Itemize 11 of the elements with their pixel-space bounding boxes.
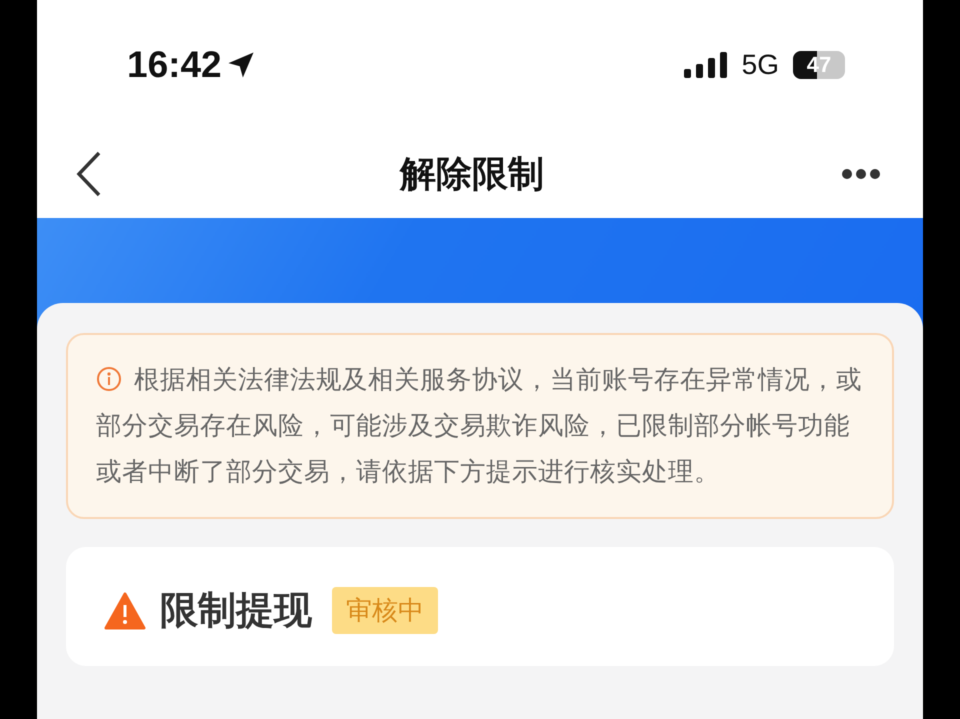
network-label: 5G	[742, 49, 779, 81]
notice-text: 根据相关法律法规及相关服务协议，当前账号存在异常情况，或部分交易存在风险，可能涉及交易欺诈风险，已限制部分帐号功能或者中断了部分交易，请依据下方提示进行核实处理。	[96, 364, 863, 489]
restriction-title: 限制提现	[160, 587, 312, 634]
more-icon[interactable]	[841, 168, 881, 180]
info-icon	[96, 366, 122, 392]
clock-time: 16:42	[127, 44, 222, 86]
signal-icon	[684, 52, 728, 78]
back-icon[interactable]	[75, 151, 103, 197]
warning-icon	[104, 592, 146, 630]
page-title: 解除限制	[400, 152, 544, 196]
status-badge: 审核中	[332, 587, 438, 634]
